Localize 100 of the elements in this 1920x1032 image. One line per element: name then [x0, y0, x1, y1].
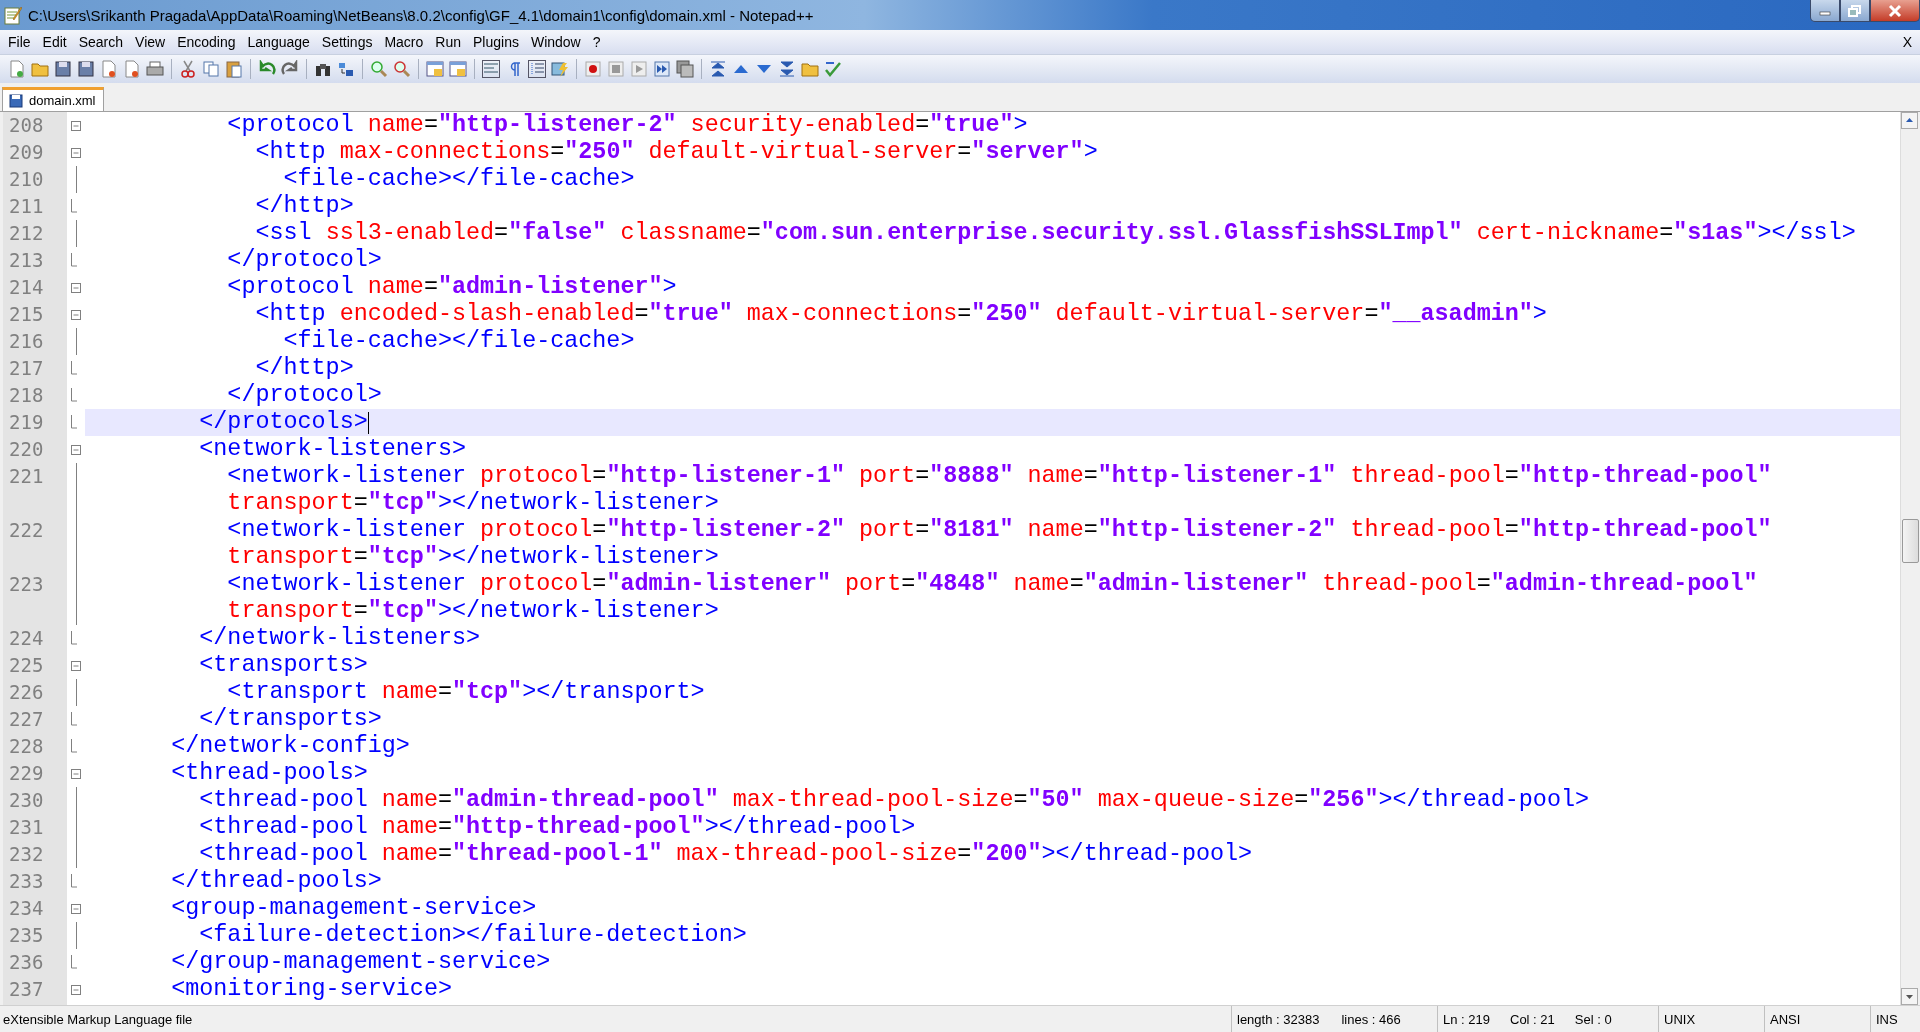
code-line: </transports> — [198, 706, 382, 733]
fold-end-marker — [70, 874, 78, 888]
menu-item[interactable]: ? — [586, 31, 607, 53]
line-number: 223 — [8, 572, 45, 597]
vertical-scrollbar[interactable] — [1900, 112, 1920, 1005]
zoom-in-icon[interactable] — [370, 60, 388, 78]
code-line: <thread-pool name="thread-pool-1" max-thread-pool-size="200"></thread-pool> — [198, 841, 1253, 868]
line-number: 216 — [8, 329, 45, 354]
document-tab[interactable]: domain.xml — [2, 87, 105, 111]
window-icon[interactable] — [449, 60, 467, 78]
clipboard-icon[interactable] — [225, 60, 243, 78]
line-number: 237 — [8, 977, 45, 1002]
fold-minus-icon[interactable] — [70, 309, 82, 321]
scissors-icon[interactable] — [179, 60, 197, 78]
code-line: transport="tcp"></network-listener> — [226, 544, 719, 571]
document-icon[interactable] — [8, 60, 26, 78]
collapse-icon[interactable] — [709, 60, 727, 78]
fold-end-marker — [70, 631, 78, 645]
code-line: <thread-pool name="admin-thread-pool" max-thread-pool-size="50" max-queue-size="256"></thread-pool> — [198, 787, 1589, 814]
menu-item[interactable]: Settings — [315, 31, 379, 53]
line-number: 234 — [8, 896, 45, 921]
fold-minus-icon[interactable] — [70, 660, 82, 672]
line-number: 235 — [8, 923, 45, 948]
fold-minus-icon[interactable] — [70, 768, 82, 780]
fold-end-marker — [70, 361, 78, 375]
restore-button[interactable] — [1840, 0, 1870, 22]
floppy-disks-icon[interactable] — [77, 60, 95, 78]
code-line: <thread-pools> — [170, 760, 368, 787]
line-number: 228 — [8, 734, 45, 759]
window-title: C:\Users\Srikanth Pragada\AppData\Roaming\NetBeans\8.0.2\config\GF_4.1\domain1\config\domain.xml - Notepad++ — [28, 6, 814, 24]
code-line: <transport name="tcp"></transport> — [226, 679, 705, 706]
code-line: <group-management-service> — [170, 895, 537, 922]
menu-item[interactable]: Search — [72, 31, 130, 53]
documents-close-icon[interactable] — [123, 60, 141, 78]
zoom-out-icon[interactable] — [393, 60, 411, 78]
line-number: 208 — [8, 113, 45, 138]
line-number: 221 — [8, 464, 45, 489]
status-text: Ln : 219 — [1443, 1011, 1490, 1027]
text-cursor — [367, 411, 369, 434]
line-number: 217 — [8, 356, 45, 381]
stop-icon[interactable] — [607, 60, 625, 78]
code-line: transport="tcp"></network-listener> — [226, 490, 719, 517]
line-number: 231 — [8, 815, 45, 840]
restore-icon — [1848, 4, 1862, 17]
play-icon[interactable] — [630, 60, 648, 78]
replace-icon[interactable] — [337, 60, 355, 78]
fold-minus-icon[interactable] — [70, 903, 82, 915]
menu-item[interactable]: Window — [524, 31, 587, 53]
code-line: <http max-connections="250" default-virtual-server="server"> — [254, 139, 1098, 166]
fold-minus-icon[interactable] — [70, 120, 82, 132]
fold-minus-icon[interactable] — [70, 282, 82, 294]
menu-item[interactable]: Macro — [378, 31, 430, 53]
minimize-button[interactable] — [1810, 0, 1840, 22]
spellcheck-icon[interactable] — [824, 60, 842, 78]
folder-icon[interactable] — [801, 60, 819, 78]
window-icon[interactable] — [426, 60, 444, 78]
code-line: <http encoded-slash-enabled="true" max-connections="250" default-virtual-server="__asadmin"> — [254, 301, 1547, 328]
line-number: 226 — [8, 680, 45, 705]
menu-item[interactable]: Encoding — [171, 31, 242, 53]
fold-minus-icon[interactable] — [70, 444, 82, 456]
close-document-button[interactable]: X — [1896, 31, 1918, 53]
fold-end-marker — [70, 712, 78, 726]
copy-icon[interactable] — [202, 60, 220, 78]
code-line: </network-listeners> — [198, 625, 481, 652]
line-number: 210 — [8, 167, 45, 192]
word-wrap-icon[interactable] — [482, 60, 500, 78]
code-line: <file-cache></file-cache> — [282, 166, 635, 193]
line-number: 212 — [8, 221, 45, 246]
menu-item[interactable]: Plugins — [467, 31, 525, 53]
menu-item[interactable]: Language — [241, 31, 316, 53]
scroll-down-button[interactable] — [1901, 988, 1918, 1005]
scroll-up-button[interactable] — [1901, 112, 1918, 129]
scrollbar-thumb[interactable] — [1902, 519, 1919, 563]
menu-item[interactable]: Edit — [36, 31, 73, 53]
fast-forward-icon[interactable] — [653, 60, 671, 78]
fold-minus-icon[interactable] — [70, 984, 82, 996]
fold-minus-icon[interactable] — [70, 147, 82, 159]
code-line: <failure-detection></failure-detection> — [198, 922, 747, 949]
close-button[interactable] — [1870, 0, 1920, 22]
record-icon[interactable] — [584, 60, 602, 78]
status-text: lines : 466 — [1341, 1011, 1401, 1027]
menu-item[interactable]: Run — [429, 31, 467, 53]
expand-icon[interactable] — [778, 60, 796, 78]
indent-guide-icon[interactable] — [528, 60, 546, 78]
printer-icon[interactable] — [146, 60, 164, 78]
code-line: <network-listeners> — [198, 436, 466, 463]
menu-item[interactable]: View — [129, 31, 172, 53]
folder-icon[interactable] — [31, 60, 49, 78]
fold-end-marker — [70, 415, 78, 429]
code-line: <protocol name="admin-listener"> — [226, 274, 677, 301]
code-line: <ssl ssl3-enabled="false" classname="com.sun.enterprise.security.ssl.GlassfishSSLImpl" cert-nickname="s1as"></ssl> — [254, 220, 1856, 247]
code-line: </group-management-service> — [170, 949, 551, 976]
file-type-text: eXtensible Markup Language file — [2, 1011, 194, 1027]
fold-end-marker — [70, 253, 78, 267]
menu-item[interactable]: File — [2, 31, 37, 53]
code-line: <thread-pool name="http-thread-pool"></thread-pool> — [198, 814, 916, 841]
code-line: </protocol> — [226, 247, 382, 274]
fold-end-marker — [70, 955, 78, 969]
lightning-icon[interactable] — [551, 60, 569, 78]
document-close-icon[interactable] — [100, 60, 118, 78]
